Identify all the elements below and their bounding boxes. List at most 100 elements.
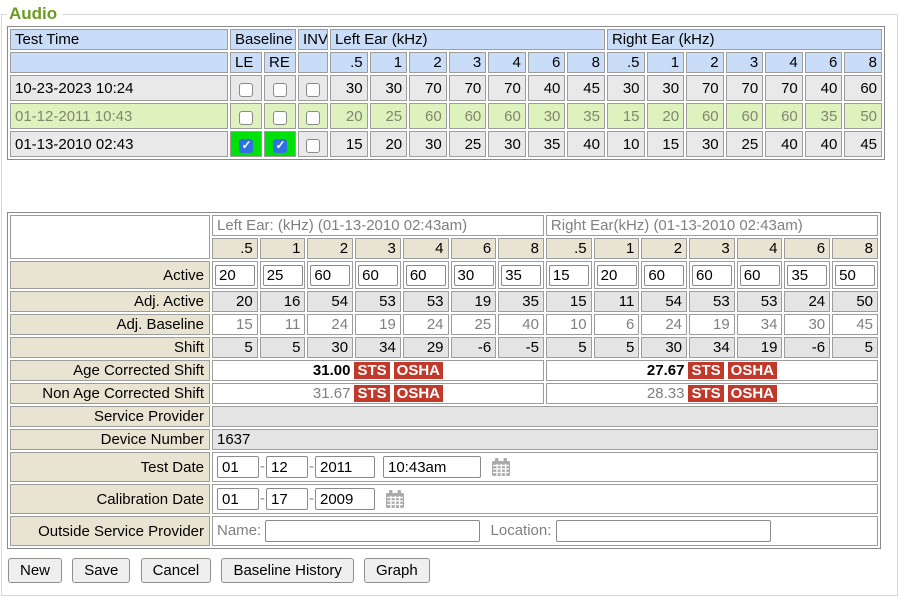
threshold-cell: 30 — [370, 75, 408, 101]
active-cell — [784, 261, 830, 289]
inv-checkbox[interactable] — [306, 111, 320, 125]
inv-checkbox[interactable] — [306, 139, 320, 153]
threshold-cell: 40 — [567, 131, 605, 157]
non-age-corrected-left-value: 31.67 — [313, 385, 351, 402]
active-input[interactable] — [454, 265, 494, 286]
active-cell — [546, 261, 592, 289]
freq-header: 4 — [403, 238, 449, 259]
adj-baseline-cell: 10 — [546, 314, 592, 335]
device-number-row: Device Number 1637 — [10, 429, 878, 450]
active-cell — [737, 261, 783, 289]
inv-cell — [298, 75, 328, 101]
threshold-cell: 30 — [409, 131, 447, 157]
active-input[interactable] — [787, 265, 827, 286]
active-input[interactable] — [549, 265, 589, 286]
threshold-cell: 30 — [647, 75, 685, 101]
test-date-year-input[interactable] — [315, 456, 375, 478]
inv-checkbox[interactable] — [306, 83, 320, 97]
freq-header: .5 — [330, 52, 368, 73]
right-ear-header: Right Ear(kHz) (01-13-2010 02:43am) — [546, 215, 878, 236]
adj-baseline-cell: 24 — [307, 314, 353, 335]
calendar-icon[interactable] — [385, 489, 405, 509]
active-input[interactable] — [310, 265, 350, 286]
threshold-cell: 40 — [528, 75, 566, 101]
name-label: Name: — [217, 522, 261, 539]
col-test-time: Test Time — [10, 29, 228, 50]
adj-baseline-cell: 30 — [784, 314, 830, 335]
freq-header: 1 — [260, 238, 306, 259]
adj-baseline-cell: 40 — [498, 314, 544, 335]
sts-badge: STS — [354, 362, 389, 379]
adj-active-cell: 15 — [546, 291, 592, 312]
calibration-date-cell: -- — [212, 484, 878, 514]
active-input[interactable] — [835, 265, 875, 286]
new-button[interactable]: New — [8, 558, 62, 583]
sts-badge: STS — [688, 362, 723, 379]
freq-header: .5 — [212, 238, 258, 259]
active-input[interactable] — [215, 265, 255, 286]
row-label: Non Age Corrected Shift — [10, 383, 210, 404]
active-cell — [403, 261, 449, 289]
test-date-day-input[interactable] — [266, 456, 308, 478]
non-age-corrected-shift-row: Non Age Corrected Shift 31.67STSOSHA 28.… — [10, 383, 878, 404]
shift-cell: 5 — [212, 337, 258, 358]
freq-header: 2 — [641, 238, 687, 259]
calibration-year-input[interactable] — [315, 488, 375, 510]
test-time-input[interactable] — [383, 456, 481, 478]
row-label: Device Number — [10, 429, 210, 450]
active-cell — [451, 261, 497, 289]
baseline-re-checkbox[interactable] — [273, 83, 287, 97]
adj-baseline-cell: 24 — [403, 314, 449, 335]
outside-provider-name-input[interactable] — [265, 520, 480, 542]
calendar-icon[interactable] — [491, 457, 511, 477]
sts-badge: STS — [354, 385, 389, 402]
freq-header: 8 — [832, 238, 878, 259]
col-right-ear: Right Ear (kHz) — [607, 29, 882, 50]
active-input[interactable] — [501, 265, 541, 286]
outside-provider-location-input[interactable] — [556, 520, 771, 542]
age-corrected-right-cell: 27.67STSOSHA — [546, 360, 878, 381]
active-input[interactable] — [406, 265, 446, 286]
calibration-day-input[interactable] — [266, 488, 308, 510]
test-date-row: Test Date -- — [10, 452, 878, 482]
active-input[interactable] — [644, 265, 684, 286]
active-input[interactable] — [740, 265, 780, 286]
adj-active-cell: 24 — [784, 291, 830, 312]
save-button[interactable]: Save — [72, 558, 130, 583]
baseline-le-checkbox[interactable] — [239, 83, 253, 97]
adj-active-cell: 53 — [689, 291, 735, 312]
active-input[interactable] — [358, 265, 398, 286]
active-row: Active — [10, 261, 878, 289]
active-input[interactable] — [692, 265, 732, 286]
threshold-cell: 70 — [726, 75, 764, 101]
active-input[interactable] — [597, 265, 637, 286]
adj-active-cell: 20 — [212, 291, 258, 312]
shift-row: Shift 5 5 30 34 29 -6 -5 5 5 30 34 19 -6… — [10, 337, 878, 358]
calibration-date-row: Calibration Date -- — [10, 484, 878, 514]
threshold-cell: 40 — [805, 75, 843, 101]
empty-header-cell — [10, 215, 210, 259]
baseline-le-checkbox[interactable] — [239, 111, 253, 125]
spacer — [7, 160, 893, 212]
shift-cell: 5 — [832, 337, 878, 358]
age-corrected-left-cell: 31.00STSOSHA — [212, 360, 544, 381]
baseline-le-checkbox[interactable] — [239, 139, 253, 153]
adj-baseline-cell: 45 — [832, 314, 878, 335]
baseline-re-checkbox[interactable] — [273, 139, 287, 153]
active-input[interactable] — [263, 265, 303, 286]
test-date-month-input[interactable] — [217, 456, 259, 478]
graph-button[interactable]: Graph — [364, 558, 430, 583]
adj-baseline-row: Adj. Baseline 15 11 24 19 24 25 40 10 6 … — [10, 314, 878, 335]
calibration-month-input[interactable] — [217, 488, 259, 510]
cancel-button[interactable]: Cancel — [141, 558, 212, 583]
adj-baseline-cell: 6 — [594, 314, 640, 335]
test-time-cell: 01-13-2010 02:43 — [10, 131, 228, 157]
baseline-re-checkbox[interactable] — [273, 111, 287, 125]
adj-baseline-cell: 19 — [355, 314, 401, 335]
adj-active-cell: 16 — [260, 291, 306, 312]
baseline-history-button[interactable]: Baseline History — [221, 558, 353, 583]
active-cell — [832, 261, 878, 289]
baseline-re-cell — [264, 131, 296, 157]
freq-header: 4 — [737, 238, 783, 259]
date-separator: - — [309, 490, 314, 507]
